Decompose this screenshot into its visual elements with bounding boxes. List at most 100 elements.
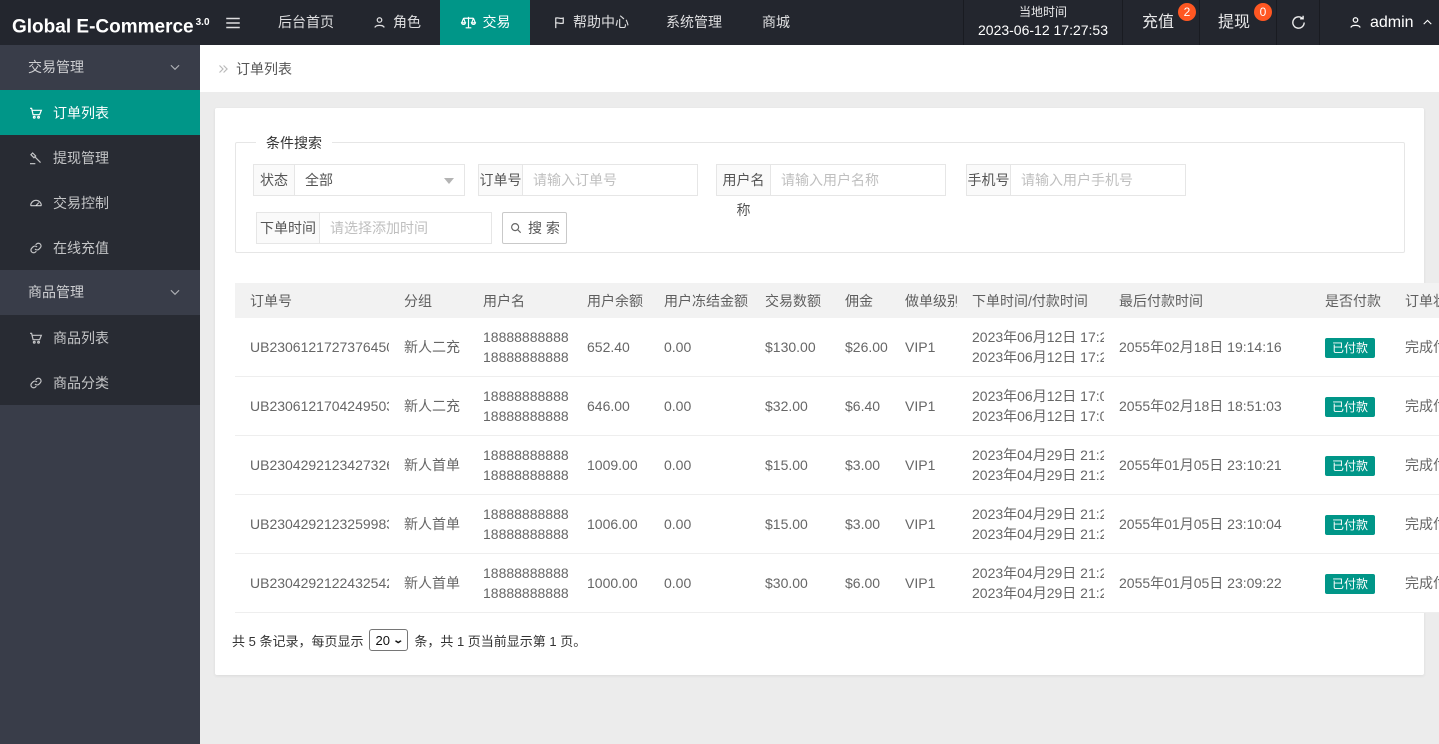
sidebar-item-withdraw-management[interactable]: 提现管理: [0, 135, 200, 180]
username-line: 18888888888: [483, 506, 569, 522]
sidebar-item-product-list[interactable]: 商品列表: [0, 315, 200, 360]
table-header-row: 订单号 分组 用户名 用户余额 用户冻结金额 交易数额 佣金 做单级别 下单时间…: [235, 283, 1439, 318]
sidebar-group-label: 交易管理: [28, 59, 84, 75]
nav-item-roles[interactable]: 角色: [362, 0, 431, 45]
cell-level: VIP1: [890, 376, 957, 436]
column-header-is-paid: 是否付款: [1310, 283, 1390, 318]
cell-order-status: 完成付款: [1390, 318, 1439, 377]
username-line: 18888888888: [483, 467, 569, 483]
nav-label: 商城: [762, 14, 790, 30]
username-line: 18888888888: [483, 408, 569, 424]
sidebar-item-online-recharge[interactable]: 在线充值: [0, 225, 200, 270]
cell-order-time: 2023年04月29日 21:23:25 2023年04月29日 21:23:32: [957, 494, 1104, 554]
cell-group: 新人首单: [389, 435, 468, 495]
username-line: 18888888888: [483, 585, 569, 601]
pagination-summary: 共 5 条记录，每页显示 20 ⌄ 条，共 1 页当前显示第 1 页。: [232, 629, 586, 651]
chevron-down-icon: [444, 178, 454, 184]
gavel-icon: [30, 151, 41, 164]
link-icon: [30, 377, 42, 388]
cell-is-paid: 已付款: [1310, 435, 1390, 495]
search-icon: [511, 223, 522, 234]
column-header-order-status: 订单状态: [1390, 283, 1439, 318]
refresh-button[interactable]: [1277, 0, 1320, 45]
sidebar-group-product-management[interactable]: 商品管理: [0, 270, 200, 315]
withdraw-label: 提现: [1218, 14, 1251, 31]
chevron-down-icon: [170, 289, 180, 296]
cell-commission: $6.00: [830, 553, 890, 613]
recharge-button[interactable]: 充值 2: [1124, 0, 1200, 45]
filter-legend: 条件搜索: [256, 133, 332, 153]
chevron-up-icon: [1422, 19, 1432, 25]
phone-label: 手机号: [966, 164, 1011, 196]
cell-commission: $26.00: [830, 318, 890, 377]
cell-frozen: 0.00: [649, 553, 750, 613]
cell-is-paid: 已付款: [1310, 376, 1390, 436]
column-header-username: 用户名: [468, 283, 572, 318]
sidebar: 交易管理 订单列表 提现管理 交易控制 在线充值 商品管理 商品列表 商品分类: [0, 45, 200, 744]
time-line: 2023年04月29日 21:23:05: [972, 585, 1104, 601]
cell-level: VIP1: [890, 435, 957, 495]
menu-toggle-button[interactable]: [214, 0, 252, 45]
cell-commission: $6.40: [830, 376, 890, 436]
cell-order-status: 完成付款: [1390, 435, 1439, 495]
admin-screen: Global E-Commerce 3.0 后台首页 角色 交易 帮助中心 系统管…: [0, 0, 1439, 744]
table-row: UB2304292122432542 新人首单 18888888888 18888…: [235, 553, 1439, 613]
cell-order-time: 2023年04月29日 21:23:42 2023年04月29日 21:23:49: [957, 435, 1104, 495]
phone-input[interactable]: [1010, 164, 1186, 196]
cell-order-status: 完成付款: [1390, 553, 1439, 613]
cell-last-pay-time: 2055年01月05日 23:09:22: [1104, 553, 1310, 613]
per-page-value: 20: [375, 632, 390, 648]
per-page-select[interactable]: 20 ⌄: [369, 629, 409, 651]
cell-frozen: 0.00: [649, 435, 750, 495]
cell-group: 新人首单: [389, 494, 468, 554]
pagination-prefix: 共 5 条记录，每页显示: [232, 633, 364, 649]
flag-icon: [555, 17, 564, 29]
username: admin: [1370, 13, 1414, 31]
paid-status-badge: 已付款: [1325, 337, 1376, 358]
status-label: 状态: [253, 164, 295, 196]
sidebar-item-order-list[interactable]: 订单列表: [0, 90, 200, 135]
nav-item-trade[interactable]: 交易: [440, 0, 530, 45]
cell-last-pay-time: 2055年02月18日 19:14:16: [1104, 318, 1310, 377]
nav-item-help-center[interactable]: 帮助中心: [542, 0, 639, 45]
sidebar-group-trade-management[interactable]: 交易管理: [0, 45, 200, 90]
cell-username: 18888888888 18888888888: [468, 318, 572, 377]
username-input[interactable]: [770, 164, 946, 196]
app-logo-text: Global E-Commerce: [12, 16, 194, 38]
order-time-input[interactable]: [319, 212, 492, 244]
topbar: Global E-Commerce 3.0 后台首页 角色 交易 帮助中心 系统管…: [0, 0, 1439, 45]
nav-item-home[interactable]: 后台首页: [268, 0, 344, 45]
breadcrumb: 订单列表: [200, 45, 1439, 92]
order-no-input[interactable]: [522, 164, 698, 196]
cell-last-pay-time: 2055年01月05日 23:10:21: [1104, 435, 1310, 495]
username-line: 18888888888: [483, 526, 569, 542]
refresh-icon: [1291, 15, 1305, 29]
nav-item-mall[interactable]: 商城: [752, 0, 800, 45]
orders-table-wrap: 订单号 分组 用户名 用户余额 用户冻结金额 交易数额 佣金 做单级别 下单时间…: [235, 283, 1439, 613]
app-logo-version: 3.0: [195, 17, 210, 28]
table-row: UB2306121727376450 新人二充 18888888888 18888…: [235, 318, 1439, 377]
nav-label: 交易: [482, 14, 511, 30]
cell-amount: $15.00: [750, 494, 830, 554]
nav-item-system[interactable]: 系统管理: [656, 0, 732, 45]
link-icon: [30, 242, 42, 253]
sidebar-item-product-category[interactable]: 商品分类: [0, 360, 200, 405]
sidebar-item-label: 交易控制: [53, 194, 109, 211]
paid-status-badge: 已付款: [1325, 396, 1376, 417]
username-label: 用户名称: [716, 164, 771, 218]
sidebar-item-label: 在线充值: [53, 239, 109, 256]
cell-level: VIP1: [890, 494, 957, 554]
search-button[interactable]: 搜 索: [502, 212, 567, 244]
user-menu[interactable]: admin: [1336, 0, 1439, 45]
status-select[interactable]: 全部: [294, 164, 465, 196]
withdraw-button[interactable]: 提现 0: [1200, 0, 1277, 45]
cell-order-no: UB2304292123427326: [235, 435, 389, 495]
scales-icon: [460, 16, 476, 29]
cell-balance: 652.40: [572, 318, 649, 377]
cart-icon: [30, 332, 43, 344]
column-header-balance: 用户余额: [572, 283, 649, 318]
sidebar-item-trade-control[interactable]: 交易控制: [0, 180, 200, 225]
cell-order-status: 完成付款: [1390, 494, 1439, 554]
time-line: 2023年06月12日 17:04:38: [972, 408, 1104, 424]
chevron-down-icon: [170, 64, 180, 71]
